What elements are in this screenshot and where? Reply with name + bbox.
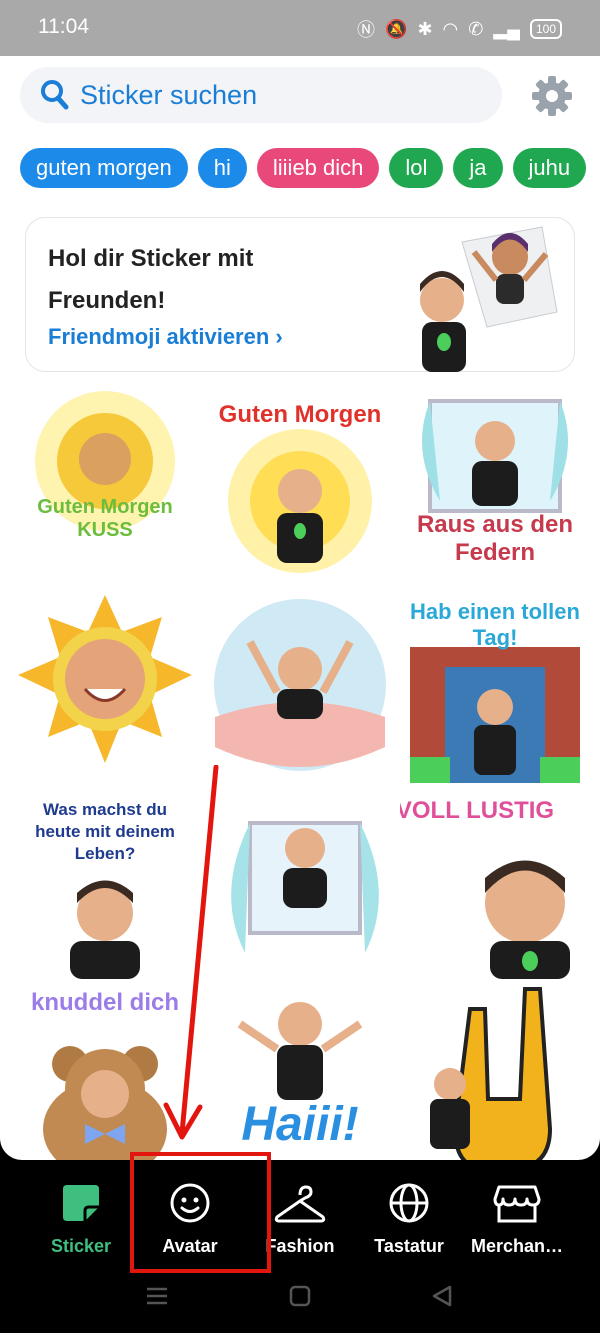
signal-icon: ▂▄: [493, 18, 520, 39]
recents-icon[interactable]: [145, 1284, 169, 1313]
sticker-waking-up[interactable]: [205, 587, 395, 783]
search-input[interactable]: Sticker suchen: [20, 67, 502, 123]
sticker-rock-hand[interactable]: [400, 979, 590, 1160]
status-icons: Ⓝ 🔕 ✱ ◠ ✆ ▂▄ 100: [357, 16, 562, 42]
sticker-haiii[interactable]: Haiii!: [205, 979, 395, 1160]
bed-avatar-image: [214, 599, 386, 771]
back-icon[interactable]: [430, 1284, 454, 1313]
friendmoji-title: Hol dir Sticker mit Freunden!: [48, 245, 254, 314]
nav-tastatur[interactable]: Tastatur: [349, 1178, 469, 1257]
globe-icon: [349, 1178, 469, 1228]
chip-lol[interactable]: lol: [389, 148, 444, 188]
search-placeholder: Sticker suchen: [80, 80, 258, 110]
sticker-caption: Guten Morgen: [218, 401, 382, 428]
chip-guten-morgen[interactable]: guten morgen: [20, 148, 188, 188]
sun-face-image: [18, 595, 192, 763]
nav-label: Sticker: [50, 1236, 112, 1256]
sticker-caption: Raus aus den Federn: [416, 511, 574, 566]
call-icon: ✆: [468, 18, 484, 39]
chip-juhu[interactable]: juhu: [512, 148, 587, 188]
highlight-box: [130, 1152, 271, 1273]
sticker-caption: Guten Morgen KUSS: [37, 496, 173, 541]
nav-sticker[interactable]: Sticker: [21, 1178, 141, 1257]
sticker-voll-lustig[interactable]: VOLL LUSTIG: [400, 783, 590, 979]
system-nav: [0, 1262, 600, 1333]
store-icon: [457, 1178, 577, 1228]
bottom-nav: Sticker Avatar Fashion Tastatur Merchan…: [0, 1160, 600, 1260]
battery-indicator: 100: [529, 19, 562, 39]
chip-hi[interactable]: hi: [197, 148, 247, 188]
sticker-caption: Hab einen tollen Tag!: [410, 599, 580, 650]
sun-kiss-image: [35, 391, 175, 531]
sticker-window-curtains[interactable]: [205, 783, 395, 979]
sticker-raus-aus-den-federn[interactable]: Raus aus den Federn: [400, 391, 590, 587]
annotation-arrow-icon: [163, 765, 219, 1140]
search-icon: [40, 79, 70, 116]
sticker-grid: Guten Morgen KUSS Guten Morgen Raus aus: [10, 391, 590, 1160]
suggestion-chips: guten morgen hi liiieb dich lol ja juhu: [20, 148, 587, 188]
sticker-sun-face[interactable]: [10, 587, 200, 783]
wifi-icon: ◠: [442, 18, 459, 39]
sticker-hab-einen-tollen-tag[interactable]: Hab einen tollen Tag!: [400, 587, 590, 783]
friendmoji-link-label: Friendmoji aktivieren: [48, 324, 270, 349]
nav-merchandise[interactable]: Merchan…: [457, 1178, 577, 1257]
sticker-panel: Sticker suchen guten morgen hi liiieb di…: [0, 56, 600, 1160]
status-time: 11:04: [38, 15, 89, 38]
sticker-guten-morgen[interactable]: Guten Morgen: [205, 391, 395, 587]
gear-icon[interactable]: [530, 74, 574, 123]
nav-label: Merchan…: [470, 1236, 564, 1256]
friendmoji-card[interactable]: Hol dir Sticker mit Freunden! Friendmoji…: [25, 217, 575, 372]
sticker-caption: VOLL LUSTIG: [400, 797, 555, 824]
sticker-guten-morgen-kuss[interactable]: Guten Morgen KUSS: [10, 391, 200, 587]
friendmoji-link[interactable]: Friendmoji aktivieren ›: [48, 324, 283, 350]
chip-ja[interactable]: ja: [453, 148, 503, 188]
status-bar: 11:04 Ⓝ 🔕 ✱ ◠ ✆ ▂▄ 100: [0, 0, 600, 56]
curtain-avatar-image: [231, 821, 379, 953]
mute-icon: 🔕: [385, 18, 408, 39]
nav-label: Tastatur: [374, 1236, 444, 1256]
friendmoji-illustration: [392, 222, 562, 377]
sticker-caption: Haiii!: [241, 1098, 359, 1151]
sticker-icon: [21, 1178, 141, 1228]
rock-hand-image: [430, 987, 553, 1160]
bluetooth-icon: ✱: [417, 18, 433, 39]
chip-liiieb-dich[interactable]: liiieb dich: [256, 148, 380, 188]
home-icon[interactable]: [288, 1284, 312, 1313]
chevron-right-icon: ›: [275, 324, 283, 349]
nfc-icon: Ⓝ: [357, 20, 376, 40]
